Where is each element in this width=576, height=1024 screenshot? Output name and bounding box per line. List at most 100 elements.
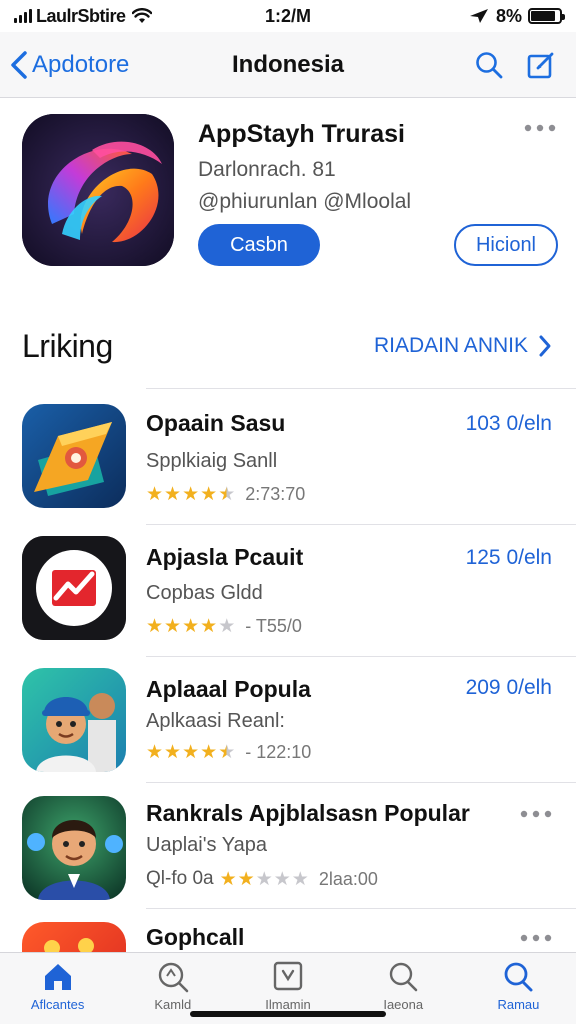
star-icon: ★: [164, 484, 182, 505]
star-icon: ★: [218, 742, 236, 763]
nav-bar: Apdotore Indonesia: [0, 32, 576, 98]
app-list-item[interactable]: Opaain Sasu Spplkiaig Sanll ★ ★ ★ ★ ★ 2:73:7…: [0, 400, 576, 526]
rating-count: 2:73:70: [245, 484, 306, 504]
search-icon: [390, 962, 418, 992]
star-rating: ★ ★ ★ ★ ★: [220, 870, 309, 889]
app-subtitle: Copbas Gldd: [146, 582, 263, 604]
tab-label: Ramau: [497, 997, 540, 1012]
star-icon: ★: [237, 868, 255, 890]
see-all-label: RIADAIN ANNIK: [373, 334, 528, 357]
back-label: Apdotore: [32, 50, 130, 78]
app-name: Aplaaal Popula: [146, 676, 311, 702]
app-rating: ★ ★ ★ ★ ★ - 122:10: [146, 742, 311, 763]
app-rating: ★ ★ ★ ★ ★ 2:73:70: [146, 484, 305, 505]
app-price[interactable]: 209 0/elh: [466, 676, 552, 700]
swirl-app-icon[interactable]: [22, 114, 174, 266]
red-chart-app-icon: [22, 536, 126, 640]
more-icon[interactable]: [520, 934, 552, 942]
star-rating: ★ ★ ★ ★ ★: [146, 617, 235, 636]
red-game-app-icon: [22, 922, 126, 952]
rating-prefix: Ql-fo 0a: [146, 868, 214, 889]
section-title: Lriking: [22, 328, 113, 364]
secondary-button[interactable]: Hicionl: [454, 224, 558, 266]
chevron-right-icon: [539, 335, 551, 357]
star-rating: ★ ★ ★ ★ ★: [146, 485, 235, 504]
app-rating: Ql-fo 0a ★ ★ ★ ★ ★ 2laa:00: [146, 868, 378, 890]
signal-icon: [14, 9, 32, 23]
app-price[interactable]: 125 0/eln: [466, 546, 552, 570]
app-subtitle: Spplkiaig Sanll: [146, 450, 278, 472]
home-icon: [44, 964, 71, 990]
checkbox-icon: [273, 961, 303, 991]
wifi-icon: [131, 8, 152, 23]
star-icon: ★: [218, 484, 236, 505]
featured-app: AppStayh Trurasi Darlonrach. 81 @phiurun…: [0, 98, 576, 288]
tab-label: Kamld: [154, 997, 192, 1012]
star-icon: ★: [146, 742, 164, 763]
featured-subtitle: Darlonrach. 81: [198, 158, 336, 181]
star-icon: ★: [255, 868, 273, 890]
app-subtitle: Aplkaasi Reanl:: [146, 710, 285, 732]
battery-percent: 8%: [495, 5, 522, 26]
app-list-item[interactable]: Rankrals Apjblalsasn Popular Uaplai's Ya…: [0, 792, 576, 910]
compose-icon[interactable]: [526, 50, 556, 80]
tab-label: Ilmamin: [265, 997, 311, 1012]
star-icon: ★: [273, 868, 291, 890]
star-icon: ★: [182, 616, 200, 637]
tab-today[interactable]: Aflcantes: [0, 953, 115, 1024]
carrier-name: LaulrSbtire: [36, 5, 126, 26]
star-icon: ★: [200, 742, 218, 763]
app-name: Apjasla Pcauit: [146, 544, 304, 570]
featured-title: AppStayh Trurasi: [198, 120, 405, 148]
cartoon-man-app-icon: [22, 796, 126, 900]
app-name: Opaain Sasu: [146, 410, 286, 436]
orange-folder-app-icon: [22, 404, 126, 508]
divider: [146, 524, 576, 525]
app-price[interactable]: 103 0/eln: [466, 412, 552, 436]
search-icon: [158, 962, 189, 993]
divider: [146, 656, 576, 657]
search-icon[interactable]: [474, 50, 504, 80]
star-icon: ★: [182, 742, 200, 763]
home-indicator: [190, 1011, 386, 1017]
app-list-item[interactable]: Aplaaal Popula Aplkaasi Reanl: ★ ★ ★ ★ ★ - 1…: [0, 666, 576, 784]
cartoon-people-app-icon: [22, 668, 126, 772]
star-rating: ★ ★ ★ ★ ★: [146, 743, 235, 762]
featured-developer: @phiurunlan @Mloolal: [198, 190, 412, 213]
star-icon: ★: [146, 616, 164, 637]
back-button[interactable]: Apdotore: [0, 50, 129, 80]
search-icon: [505, 962, 533, 992]
app-list-item[interactable]: Apjasla Pcauit Copbas Gldd ★ ★ ★ ★ ★ - T55/0…: [0, 534, 576, 658]
section-header: Lriking RIADAIN ANNIK: [0, 320, 576, 376]
divider: [146, 908, 576, 909]
star-icon: ★: [200, 484, 218, 505]
tab-label: Iaeona: [383, 997, 424, 1012]
location-arrow-icon: [469, 9, 488, 23]
more-icon[interactable]: [524, 124, 556, 132]
star-icon: ★: [182, 484, 200, 505]
star-icon: ★: [200, 616, 218, 637]
rating-count: 2laa:00: [318, 868, 378, 889]
see-all-link[interactable]: RIADAIN ANNIK: [374, 334, 552, 358]
star-icon: ★: [146, 484, 164, 505]
rating-count: - T55/0: [245, 616, 302, 636]
tab-label: Aflcantes: [30, 997, 85, 1012]
divider: [146, 782, 576, 783]
star-icon: ★: [291, 868, 309, 890]
app-name: Rankrals Apjblalsasn Popular: [146, 800, 470, 826]
app-subtitle: Uaplai's Yapa: [146, 834, 267, 856]
more-icon[interactable]: [520, 810, 552, 818]
rating-count: - 122:10: [245, 742, 312, 762]
star-icon: ★: [164, 616, 182, 637]
app-list-item[interactable]: Gophcall: [0, 918, 576, 952]
battery-icon: [528, 8, 565, 24]
star-icon: ★: [164, 742, 182, 763]
star-icon: ★: [218, 616, 236, 637]
app-name: Gophcall: [146, 924, 245, 950]
app-rating: ★ ★ ★ ★ ★ - T55/0: [146, 616, 302, 637]
get-button[interactable]: Casbn: [198, 224, 320, 266]
divider: [146, 388, 576, 389]
chevron-left-icon: [11, 50, 27, 79]
star-icon: ★: [219, 868, 237, 890]
tab-search[interactable]: Ramau: [461, 953, 576, 1024]
